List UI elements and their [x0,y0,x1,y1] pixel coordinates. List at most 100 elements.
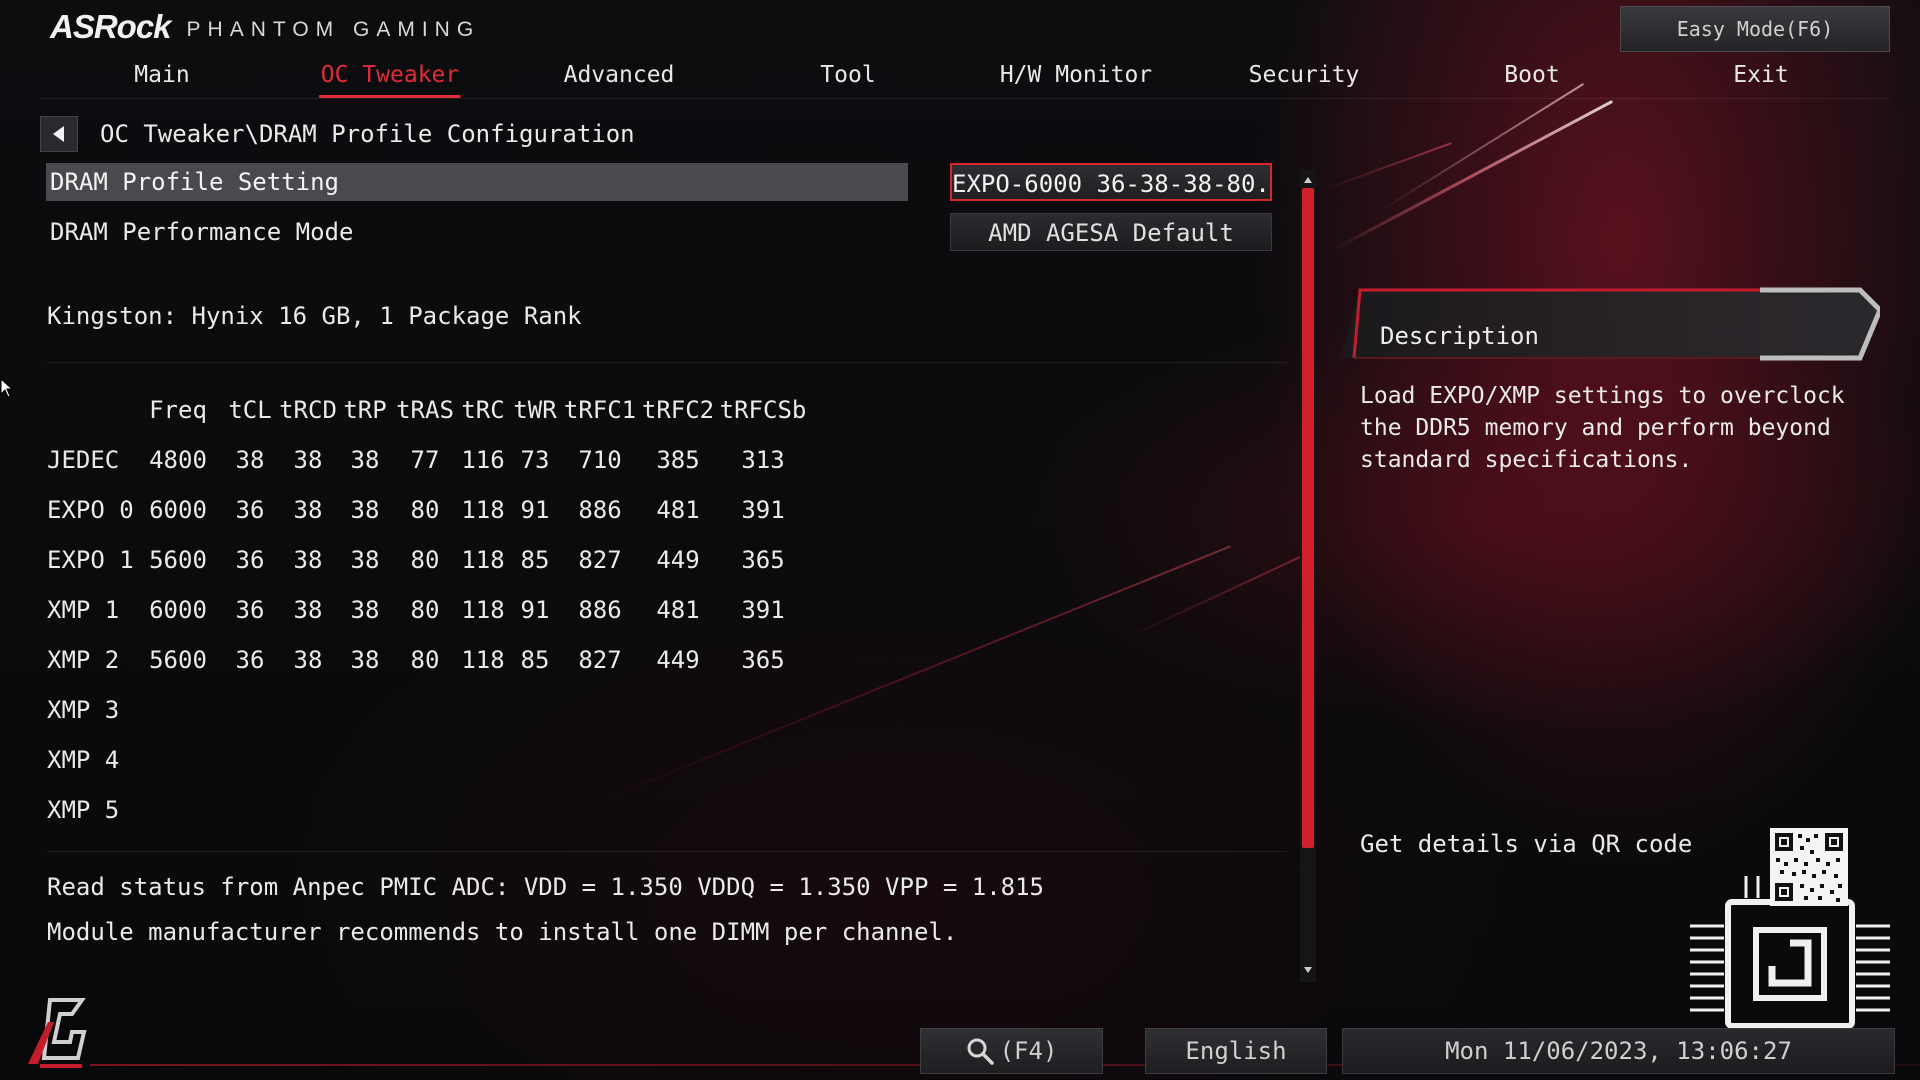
timing-row: XMP 3 [47,690,847,730]
timing-value: 85 [520,546,550,574]
brand-text: ASRock [50,8,172,45]
timing-value: 385 [656,446,700,474]
timing-value: 449 [656,546,700,574]
timing-value: 91 [520,496,550,524]
section-divider [47,851,1287,852]
column-header: Freq [149,396,207,424]
timing-value: 365 [741,646,785,674]
timing-value: 38 [293,496,323,524]
timing-value: 827 [578,546,622,574]
scrollbar-thumb[interactable] [1302,188,1314,848]
timing-value: 118 [461,646,505,674]
timing-value: 38 [293,596,323,624]
timing-value: 38 [293,546,323,574]
dram-performance-mode-row[interactable]: DRAM Performance Mode [46,213,353,251]
tab-security[interactable]: Security [1249,52,1360,98]
timing-value: 391 [741,596,785,624]
timing-value: 91 [520,596,550,624]
tab-oc-tweaker[interactable]: OC Tweaker [318,52,462,98]
profile-name: EXPO 1 [47,546,134,574]
asrock-phantom-gaming-logo: ASRock PHANTOM GAMING [50,8,480,46]
tab-main[interactable]: Main [134,52,189,98]
timing-value: 36 [235,496,265,524]
timing-row: XMP 5 [47,790,847,830]
column-header: tWR [513,396,557,424]
easy-mode-button[interactable]: Easy Mode(F6) [1620,6,1890,52]
timing-value: 77 [410,446,440,474]
scroll-up-button[interactable] [1300,172,1316,188]
phantom-gaming-logo-icon [28,998,87,1068]
column-header: tRP [343,396,387,424]
profile-name: JEDEC [47,446,120,474]
tab-exit[interactable]: Exit [1733,52,1788,98]
timing-value: 481 [656,496,700,524]
timing-value: 38 [293,446,323,474]
timing-value: 886 [578,496,622,524]
scroll-down-arrow-icon [1304,967,1312,973]
timing-value: 36 [235,596,265,624]
timing-row: XMP 1 6000 36 38 38 80 118 91 886 481 391 [47,590,847,630]
column-header: tRAS [396,396,454,424]
timing-value: 886 [578,596,622,624]
back-arrow-icon [53,126,64,142]
timing-row: XMP 4 [47,740,847,780]
search-icon [967,1038,994,1065]
timing-value: 38 [350,646,380,674]
column-header: tRC [461,396,505,424]
dimm-recommendation: Module manufacturer recommends to instal… [47,918,958,946]
column-header: tRFC1 [563,396,637,424]
dram-profile-setting-value[interactable]: EXPO-6000 36-38-38-80... [950,163,1272,201]
timing-value: 80 [410,496,440,524]
breadcrumb: OC Tweaker\DRAM Profile Configuration [100,120,635,148]
tab-boot[interactable]: Boot [1504,52,1559,98]
tab-tool[interactable]: Tool [820,52,875,98]
profile-name: XMP 3 [47,696,120,724]
timing-row: EXPO 1 5600 36 38 38 80 118 85 827 449 365 [47,540,847,580]
search-button[interactable]: (F4) [920,1028,1103,1074]
timing-value: 118 [461,496,505,524]
timing-value: 38 [350,596,380,624]
timing-value: 6000 [149,596,207,624]
tab-advanced[interactable]: Advanced [564,52,675,98]
description-text: Load EXPO/XMP settings to overclock the … [1360,383,1845,473]
timing-value: 710 [578,446,622,474]
timing-value: 827 [578,646,622,674]
timing-value: 313 [741,446,785,474]
back-button[interactable] [40,116,78,152]
nav-divider [40,98,1890,99]
timing-value: 449 [656,646,700,674]
timing-value: 38 [350,446,380,474]
timing-row: XMP 2 5600 36 38 38 80 118 85 827 449 365 [47,640,847,680]
language-button[interactable]: English [1145,1028,1327,1074]
tab-hw-monitor[interactable]: H/W Monitor [1000,52,1152,98]
timing-value: 38 [350,496,380,524]
description-title: Description [1380,322,1539,350]
timing-row: EXPO 0 6000 36 38 38 80 118 91 886 481 391 [47,490,847,530]
timing-value: 80 [410,596,440,624]
timing-value: 116 [461,446,505,474]
qr-code-icon [1770,828,1848,906]
mouse-cursor-icon [0,378,14,398]
timing-value: 85 [520,646,550,674]
dram-profile-setting-row[interactable]: DRAM Profile Setting [46,163,908,201]
timing-value: 38 [350,546,380,574]
timing-value: 118 [461,546,505,574]
profile-name: XMP 2 [47,646,120,674]
timing-value: 80 [410,546,440,574]
timing-value: 4800 [149,446,207,474]
scroll-down-button[interactable] [1300,962,1316,978]
timing-value: 5600 [149,646,207,674]
timing-value: 36 [235,546,265,574]
dram-performance-mode-value[interactable]: AMD AGESA Default [950,213,1272,251]
pmic-status: Read status from Anpec PMIC ADC: VDD = 1… [47,873,1044,901]
datetime-display: Mon 11/06/2023, 13:06:27 [1342,1028,1895,1074]
chip-icon [1690,828,1890,1058]
timing-value: 36 [235,646,265,674]
timing-value: 80 [410,646,440,674]
profile-name: XMP 5 [47,796,120,824]
timing-header-row: Freq tCL tRCD tRP tRAS tRC tWR tRFC1 tRF… [47,390,847,430]
timing-value: 73 [520,446,550,474]
timing-value: 481 [656,596,700,624]
profile-name: EXPO 0 [47,496,134,524]
search-shortcut-label: (F4) [999,1037,1058,1065]
